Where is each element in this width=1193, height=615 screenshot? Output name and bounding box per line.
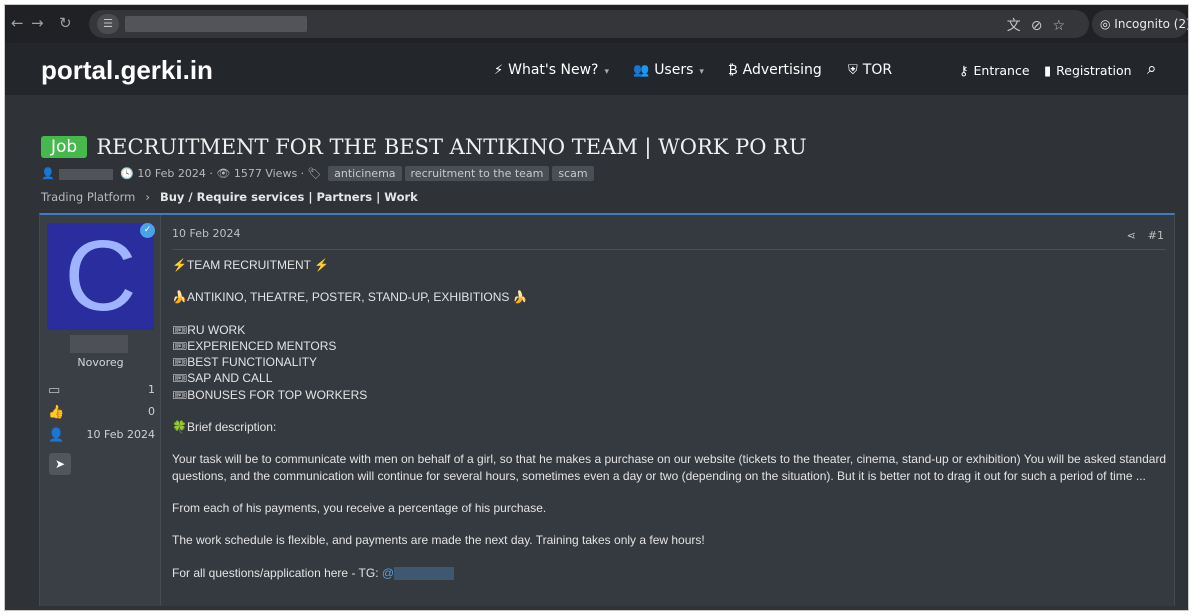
post-date[interactable]: 10 Feb 2024: [172, 227, 240, 240]
user-title: Novoreg: [77, 356, 124, 369]
nav-advertising[interactable]: ₿ Advertising: [728, 62, 822, 78]
chevron-right-icon: ›: [145, 190, 150, 204]
site-logo[interactable]: portal.gerki.in: [41, 55, 213, 86]
thread-meta: 👤 🕓 10 Feb 2024 · 👁 1577 Views · 🏷 antic…: [41, 166, 594, 181]
key-icon: ⚷: [959, 64, 969, 79]
post-user-column: C ✓ Novoreg ▭ 1 👍 0 👤 10 Feb 2024 ➤: [40, 215, 161, 606]
share-icon[interactable]: ⋖: [1127, 229, 1136, 242]
breadcrumb-current[interactable]: Buy / Require services | Partners | Work: [160, 190, 418, 204]
nav-whats-new[interactable]: ⚡ What's New? ▾: [494, 62, 609, 78]
thread-title-row: Job RECRUITMENT FOR THE BEST ANTIKINO TE…: [41, 135, 807, 159]
nav-whats-new-label: What's New?: [508, 62, 599, 78]
caret-down-icon: ▾: [699, 67, 704, 77]
telegram-icon: ➤: [54, 457, 66, 471]
back-arrow-icon[interactable]: ←: [11, 14, 24, 32]
browser-toolbar: ← → ↻ ☰ 文⊘☆ ◎ Incognito (2): [5, 5, 1188, 43]
caret-down-icon: ▾: [604, 67, 610, 77]
post-heading: ⚡TEAM RECRUITMENT ⚡: [172, 258, 329, 272]
telegram-button[interactable]: ➤: [49, 453, 71, 475]
shield-icon: ⛨: [848, 63, 858, 78]
reload-icon[interactable]: ↻: [59, 14, 72, 32]
feature-item: 🎟BEST FUNCTIONALITY: [172, 355, 318, 370]
messages-count: 1: [148, 383, 155, 396]
nav-tor-label: TOR: [862, 62, 893, 78]
screenshot-frame: ← → ↻ ☰ 文⊘☆ ◎ Incognito (2) portal.gerki…: [4, 4, 1189, 611]
breadcrumb: Trading Platform › Buy / Require services …: [41, 190, 418, 204]
eye-off-icon[interactable]: ⊘: [1031, 18, 1053, 34]
post-body: ⚡TEAM RECRUITMENT ⚡ 🍌ANTIKINO, THEATRE, …: [172, 257, 1168, 581]
users-icon: 👥: [633, 63, 650, 78]
post-paragraph-1: Your task will be to communicate with me…: [172, 452, 1167, 483]
ticket-icon: 🎟: [172, 338, 188, 353]
clock-icon: 🕓: [120, 167, 134, 180]
thread-views: 1577 Views: [233, 167, 298, 180]
nav-entrance[interactable]: ⚷ Entrance: [959, 63, 1030, 79]
nav-advertising-label: Advertising: [742, 62, 822, 78]
bitcoin-icon: ₿: [728, 63, 738, 78]
site-header: portal.gerki.in ⚡ What's New? ▾ 👥 Users ▾ ₿ A…: [5, 43, 1188, 95]
incognito-label: Incognito (2): [1114, 17, 1189, 31]
thumbs-up-icon: 👍: [48, 405, 65, 420]
joined-date: 10 Feb 2024: [86, 428, 155, 441]
verified-icon: ✓: [140, 223, 155, 238]
tag-anticinema[interactable]: anticinema: [328, 166, 402, 181]
post-genres: 🍌ANTIKINO, THEATRE, POSTER, STAND-UP, EX…: [172, 290, 528, 305]
tag-recruitment[interactable]: recruitment to the team: [404, 166, 550, 181]
post-paragraph-2: From each of his payments, you receive a…: [172, 500, 547, 515]
post-paragraph-3: The work schedule is flexible, and payme…: [172, 533, 705, 548]
forward-arrow-icon[interactable]: →: [31, 14, 44, 32]
bolt-icon: ⚡: [494, 63, 504, 78]
site-info-icon[interactable]: ☰: [97, 14, 119, 34]
post-brief-heading: 🍀Brief description:: [172, 420, 277, 435]
ticket-icon: 🎟: [172, 355, 188, 370]
ticket-icon: 🎟: [172, 371, 188, 386]
translate-icon[interactable]: 文: [1007, 18, 1031, 34]
nav-entrance-label: Entrance: [973, 63, 1030, 78]
avatar[interactable]: C: [47, 223, 154, 330]
telegram-mention[interactable]: @: [382, 566, 455, 580]
feature-item: 🎟SAP AND CALL: [172, 371, 273, 386]
username-redacted: [70, 335, 128, 353]
address-bar-actions: 文⊘☆: [1007, 15, 1075, 35]
post-actions: ⋖ #1: [1127, 229, 1164, 242]
nav-users-label: Users: [654, 62, 694, 78]
thread-date: 10 Feb 2024: [137, 167, 206, 180]
reactions-count: 0: [148, 405, 155, 418]
mention-redacted: [394, 566, 455, 580]
post-number[interactable]: #1: [1148, 229, 1164, 242]
feature-item: 🎟EXPERIENCED MENTORS: [172, 338, 337, 353]
tag-icon: · 🏷: [300, 167, 322, 180]
user-icon: 👤: [48, 428, 65, 443]
nav-registration-label: Registration: [1056, 63, 1132, 78]
address-bar[interactable]: ☰ 文⊘☆: [89, 10, 1089, 38]
incognito-icon: ◎: [1100, 17, 1115, 31]
author-redacted: [58, 168, 113, 180]
messages-icon: ▭: [48, 383, 61, 398]
star-icon[interactable]: ☆: [1052, 18, 1075, 34]
thread-prefix-badge[interactable]: Job: [41, 136, 88, 158]
post: C ✓ Novoreg ▭ 1 👍 0 👤 10 Feb 2024 ➤ 10 Feb …: [39, 213, 1175, 606]
post-divider: [172, 249, 1166, 250]
url-redacted: [125, 16, 307, 32]
nav-users[interactable]: 👥 Users ▾: [633, 62, 704, 78]
tag-scam[interactable]: scam: [552, 166, 594, 181]
breadcrumb-root[interactable]: Trading Platform: [41, 190, 135, 204]
ticket-icon: 🎟: [172, 322, 188, 337]
eye-icon: · 👁: [209, 167, 231, 180]
clipboard-icon: ▮: [1044, 64, 1052, 79]
user-icon: 👤: [41, 167, 55, 180]
feature-item: 🎟BONUSES FOR TOP WORKERS: [172, 387, 368, 402]
ticket-icon: 🎟: [172, 387, 188, 402]
feature-item: 🎟RU WORK: [172, 322, 246, 337]
nav-tor[interactable]: ⛨ TOR: [848, 62, 892, 78]
incognito-indicator[interactable]: ◎ Incognito (2): [1092, 10, 1188, 38]
post-paragraph-4: For all questions/application here - TG:…: [172, 565, 1168, 581]
thread-title: RECRUITMENT FOR THE BEST ANTIKINO TEAM |…: [96, 135, 807, 159]
nav-registration[interactable]: ▮ Registration: [1044, 63, 1132, 79]
search-icon[interactable]: ⌕: [1147, 59, 1157, 79]
